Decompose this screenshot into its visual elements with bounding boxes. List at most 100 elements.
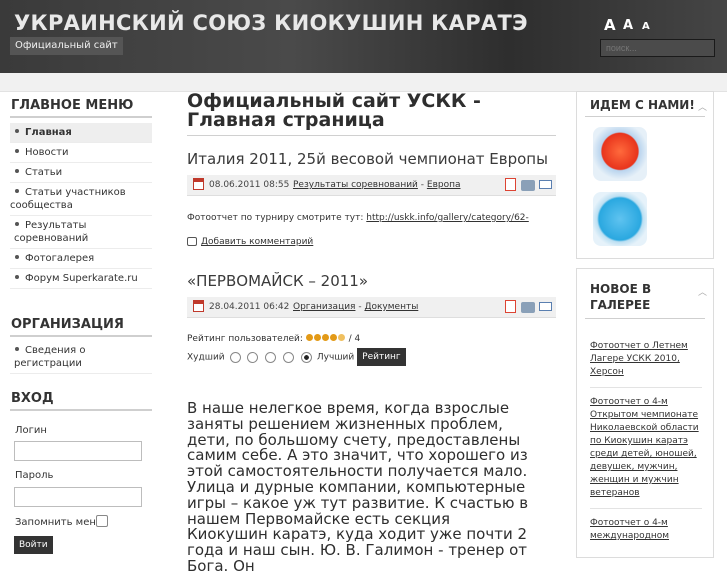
divider bbox=[590, 508, 702, 509]
add-comment[interactable]: Добавить комментарий bbox=[187, 237, 313, 247]
email-icon[interactable] bbox=[539, 180, 552, 189]
divider bbox=[585, 116, 705, 117]
rating-label: Рейтинг пользователей: bbox=[187, 334, 303, 344]
font-reset-button[interactable]: A bbox=[623, 18, 633, 33]
twitter-icon[interactable] bbox=[593, 192, 647, 246]
print-icon[interactable] bbox=[521, 302, 535, 313]
article-body: Фотоотчет по турниру смотрите тут: http:… bbox=[187, 213, 529, 223]
menu-item-gallery[interactable]: Фотогалерея bbox=[10, 249, 152, 269]
site-title[interactable]: УКРАИНСКИЙ СОЮЗ КИОКУШИН КАРАТЭ bbox=[14, 11, 528, 35]
article-body-text: Фотоотчет по турниру смотрите тут: bbox=[187, 213, 367, 223]
menu-item-label: Статьи bbox=[25, 167, 63, 178]
rating-summary: Рейтинг пользователей: / 4 bbox=[187, 334, 360, 344]
rating-radio-1[interactable] bbox=[229, 351, 241, 363]
category-link[interactable]: Европа bbox=[427, 180, 461, 190]
gallery-item[interactable]: Фотоотчет о Летнем Лагере УСКК 2010, Хер… bbox=[590, 340, 702, 379]
page-title: Официальный сайт УСКК - Главная страница bbox=[187, 90, 481, 131]
article-title[interactable]: Италия 2011, 25й весовой чемпионат Европ… bbox=[187, 150, 548, 168]
bullet-icon bbox=[15, 222, 19, 226]
chevron-up-icon[interactable]: ︿ bbox=[698, 100, 707, 113]
password-label: Пароль bbox=[15, 470, 54, 481]
bullet-icon bbox=[15, 255, 19, 259]
password-input[interactable] bbox=[14, 487, 142, 507]
section-link[interactable]: Результаты соревнований bbox=[293, 180, 418, 190]
menu-item-articles[interactable]: Статьи bbox=[10, 163, 152, 183]
gallery-link[interactable]: http://uskk.info/gallery/category/62- bbox=[366, 213, 529, 223]
bullet-icon bbox=[15, 129, 19, 133]
bullet-icon bbox=[15, 347, 19, 351]
article-meta: 28.04.2011 06:42 Организация - Документы bbox=[187, 297, 556, 318]
menu-item-registration[interactable]: Сведения о регистрации bbox=[10, 341, 152, 374]
divider bbox=[10, 335, 152, 337]
org-menu: Сведения о регистрации bbox=[10, 341, 152, 374]
star-icon bbox=[321, 334, 329, 341]
bullet-icon bbox=[15, 189, 19, 193]
site-header: УКРАИНСКИЙ СОЮЗ КИОКУШИН КАРАТЭ Официаль… bbox=[0, 0, 727, 73]
divider bbox=[10, 116, 152, 118]
font-decrease-button[interactable]: A bbox=[642, 21, 650, 32]
pdf-icon[interactable] bbox=[505, 178, 516, 191]
rating-radio-5[interactable] bbox=[301, 351, 313, 363]
menu-item-results[interactable]: Результаты соревнований bbox=[10, 216, 152, 249]
divider bbox=[590, 387, 702, 388]
star-icon bbox=[305, 334, 313, 341]
username-input[interactable] bbox=[14, 441, 142, 461]
divider bbox=[10, 409, 152, 411]
remember-checkbox[interactable] bbox=[96, 515, 108, 527]
menu-item-news[interactable]: Новости bbox=[10, 143, 152, 163]
rating-value: / 4 bbox=[348, 334, 361, 344]
menu-item-member-articles[interactable]: Статьи участников сообщества bbox=[10, 183, 152, 216]
font-increase-button[interactable]: A bbox=[604, 16, 616, 34]
menu-item-home[interactable]: Главная bbox=[10, 123, 152, 143]
social-box: ИДЕМ С НАМИ! ︿ bbox=[576, 91, 714, 259]
rating-radio-4[interactable] bbox=[283, 351, 295, 363]
main-menu-title: ГЛАВНОЕ МЕНЮ bbox=[11, 98, 134, 113]
login-button[interactable]: Войти bbox=[14, 536, 53, 554]
bullet-icon bbox=[15, 275, 19, 279]
menu-item-label: Форум Superkarate.ru bbox=[25, 273, 138, 284]
calendar-icon bbox=[193, 178, 204, 190]
feed-icon[interactable] bbox=[593, 127, 647, 181]
chevron-up-icon[interactable]: ︿ bbox=[698, 285, 707, 298]
rate-button[interactable]: Рейтинг bbox=[357, 348, 406, 366]
article-meta: 08.06.2011 08:55 Результаты соревнований… bbox=[187, 175, 556, 196]
divider bbox=[585, 318, 705, 319]
search-input[interactable] bbox=[600, 39, 715, 57]
print-icon[interactable] bbox=[521, 180, 535, 191]
menu-item-label: Сведения о регистрации bbox=[14, 345, 86, 369]
menu-item-label: Фотогалерея bbox=[25, 253, 95, 264]
rating-radio-3[interactable] bbox=[265, 351, 277, 363]
category-link[interactable]: Документы bbox=[364, 302, 418, 312]
calendar-icon bbox=[193, 300, 204, 312]
bullet-icon bbox=[15, 149, 19, 153]
article-title[interactable]: «ПЕРВОМАЙСК – 2011» bbox=[187, 272, 368, 290]
site-slogan: Официальный сайт bbox=[10, 37, 123, 55]
gallery-item[interactable]: Фотоотчет о 4-м международном bbox=[590, 517, 702, 543]
divider bbox=[187, 135, 556, 136]
star-icon bbox=[329, 334, 337, 341]
section-link[interactable]: Организация bbox=[293, 302, 355, 312]
login-title: ВХОД bbox=[11, 391, 54, 406]
bullet-icon bbox=[15, 169, 19, 173]
pdf-icon[interactable] bbox=[505, 300, 516, 313]
menu-item-label: Результаты соревнований bbox=[14, 220, 89, 244]
rating-radio-2[interactable] bbox=[247, 351, 259, 363]
gallery-item[interactable]: Фотоотчет о 4-м Открытом чемпионате Нико… bbox=[590, 396, 702, 500]
menu-item-label: Главная bbox=[25, 127, 72, 138]
menu-item-label: Статьи участников сообщества bbox=[10, 187, 126, 211]
worst-label: Худший bbox=[187, 352, 225, 363]
star-icon bbox=[337, 334, 345, 341]
org-menu-title: ОРГАНИЗАЦИЯ bbox=[11, 317, 124, 332]
article-body: В наше нелегкое время, когда взрослые за… bbox=[187, 399, 529, 575]
gallery-list: Фотоотчет о Летнем Лагере УСКК 2010, Хер… bbox=[590, 340, 702, 543]
username-label: Логин bbox=[15, 425, 47, 436]
email-icon[interactable] bbox=[539, 302, 552, 311]
article-date: 28.04.2011 06:42 bbox=[209, 302, 290, 312]
star-icon bbox=[313, 334, 321, 341]
article-date: 08.06.2011 08:55 bbox=[209, 180, 290, 190]
gallery-box: НОВОЕ В ГАЛЕРЕЕ ︿ Фотоотчет о Летнем Лаг… bbox=[576, 268, 714, 558]
comment-icon bbox=[187, 237, 197, 246]
add-comment-link[interactable]: Добавить комментарий bbox=[201, 237, 313, 247]
menu-item-forum[interactable]: Форум Superkarate.ru bbox=[10, 269, 152, 289]
remember-label: Запомнить меня bbox=[15, 517, 102, 528]
